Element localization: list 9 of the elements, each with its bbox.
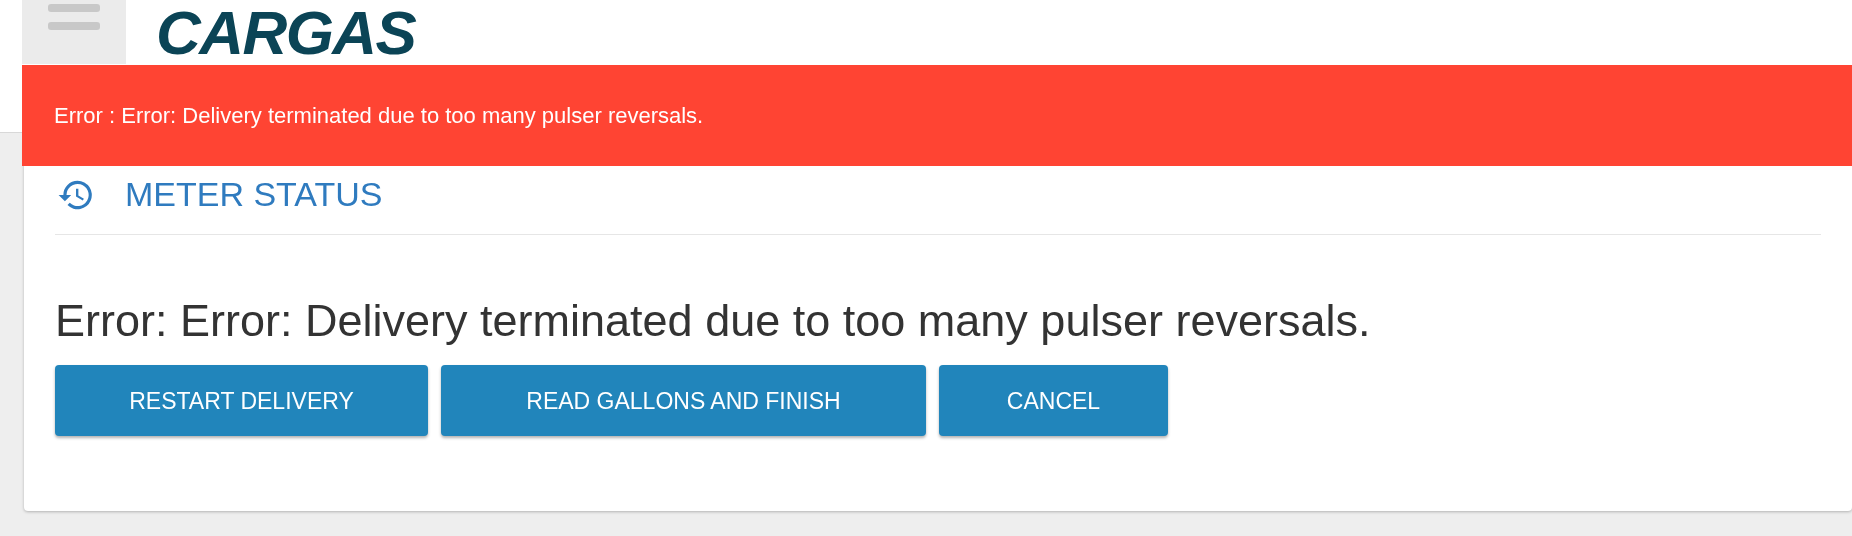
action-button[interactable]: RESTART DELIVERY [55, 365, 428, 437]
action-button[interactable]: CANCEL [939, 365, 1168, 437]
menu-icon [46, 2, 102, 32]
logo: CARGAS [156, 2, 416, 64]
menu-button[interactable] [22, 0, 126, 64]
error-text: Error: Error: Delivery terminated due to too many pulser reversals. [55, 294, 1372, 348]
error-message: Error : Error: Delivery terminated due to too many pulser reversals. [54, 102, 704, 130]
card-title: METER STATUS [125, 174, 383, 215]
action-button[interactable]: READ GALLONS AND FINISH [441, 365, 926, 437]
